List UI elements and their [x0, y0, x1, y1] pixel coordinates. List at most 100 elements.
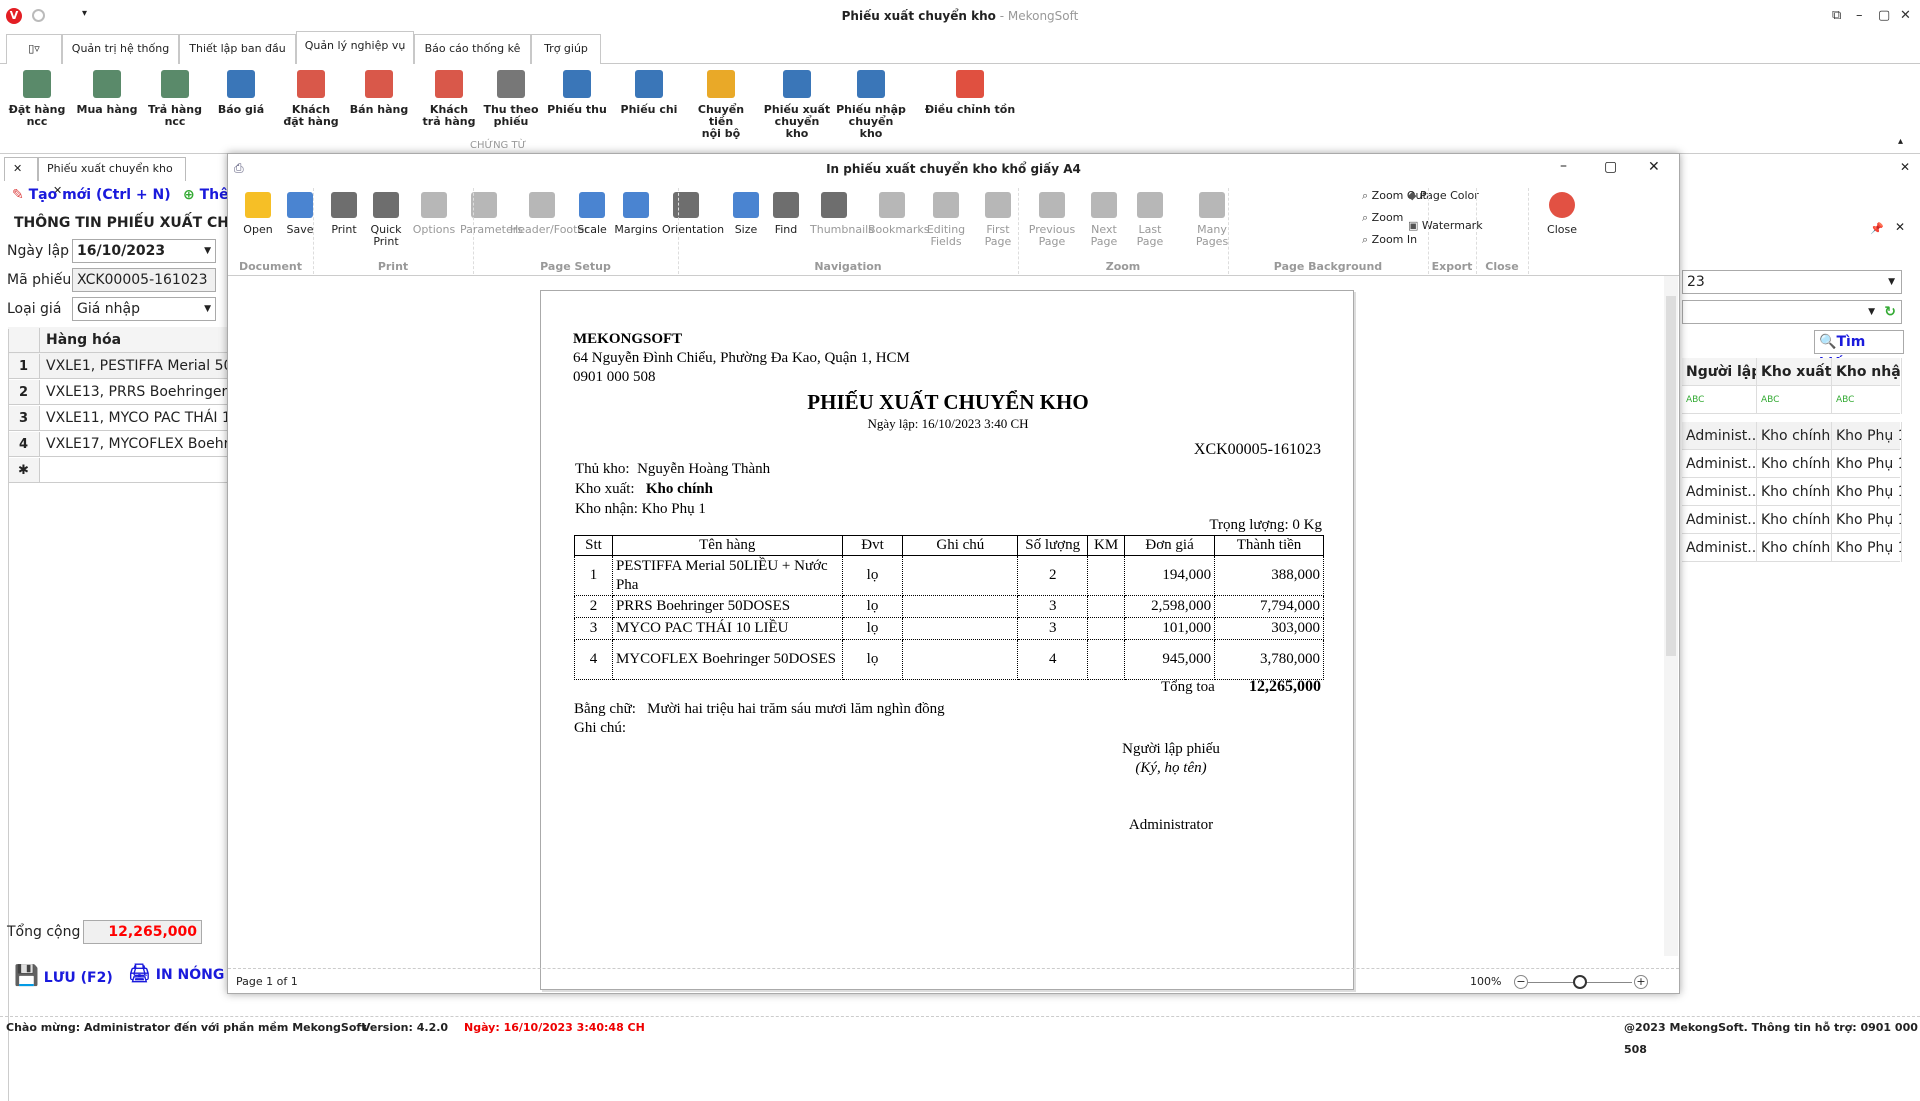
table-row[interactable]: Administ... Kho chính Kho Phụ 1: [1682, 534, 1902, 562]
column-header[interactable]: Kho xuất: [1757, 358, 1832, 386]
table-row[interactable]: 4 VXLE17, MYCOFLEX Boehringer 50DOSES: [8, 431, 230, 457]
toolbar-quick-print[interactable]: Quick Print: [362, 192, 410, 248]
ribbon-button-10[interactable]: Chuyển tiền nội bộ: [686, 70, 756, 140]
minimize-button[interactable]: –: [1856, 8, 1863, 23]
toolbar-open[interactable]: Open: [234, 192, 282, 236]
tab-thiet-lap[interactable]: Thiết lập ban đầu: [179, 34, 296, 64]
status-bar: Chào mừng: Administrator đến với phần mề…: [0, 1016, 1920, 1056]
toolbar-options[interactable]: Options: [410, 192, 458, 236]
filter-abc-icon[interactable]: ABC: [1682, 386, 1757, 414]
toolbar-parameters[interactable]: Parameters: [460, 192, 523, 236]
doc-tab-phieu-xuat[interactable]: Phiếu xuất chuyển kho ✕: [38, 157, 186, 197]
date-field[interactable]: 16/10/2023 ▼: [72, 239, 216, 263]
zoom-in-icon[interactable]: +: [1634, 975, 1648, 989]
chevron-down-icon[interactable]: ▼: [204, 240, 211, 262]
filter-field[interactable]: ▼ ↻: [1682, 300, 1902, 324]
filter-abc-icon[interactable]: ABC: [1832, 386, 1902, 414]
minimize-button[interactable]: –: [1560, 158, 1567, 174]
search-button[interactable]: 🔍Tìm kiếm: [1814, 330, 1904, 372]
save-button[interactable]: 💾 LƯU (F2): [14, 963, 113, 987]
toolbar-find[interactable]: Find: [762, 192, 810, 236]
close-panel-icon[interactable]: ✕: [1895, 220, 1905, 234]
table-row[interactable]: Administ... Kho chính Kho Phụ 1: [1682, 422, 1902, 450]
date-value: 16/10/2023: [77, 243, 166, 259]
toolbar-header-footer[interactable]: Header/Footer: [510, 192, 589, 236]
toolbar-icon: [821, 192, 847, 218]
toolbar-next-page[interactable]: Next Page: [1080, 192, 1128, 248]
ribbon-button-7[interactable]: Thu theo phiếu: [476, 70, 546, 128]
ribbon-menu-button[interactable]: ▯▿: [6, 34, 62, 64]
toolbar-last-page[interactable]: Last Page: [1126, 192, 1174, 248]
toolbar-zoom-in[interactable]: ⌕ Zoom In: [1362, 234, 1417, 246]
toolbar-scale[interactable]: Scale: [568, 192, 616, 236]
ribbon-button-8[interactable]: Phiếu thu: [542, 70, 612, 116]
date-to-field[interactable]: 23 ▼: [1682, 270, 1902, 294]
print-hot-button[interactable]: 🖨 IN NÓNG: [128, 963, 224, 984]
ribbon-button-1[interactable]: Mua hàng: [72, 70, 142, 116]
scroll-thumb[interactable]: [1666, 296, 1676, 656]
chevron-down-icon[interactable]: ▼: [1888, 271, 1895, 293]
new-row[interactable]: ✱: [8, 457, 230, 483]
add-button[interactable]: ⊕ Thê: [183, 187, 229, 203]
code-field[interactable]: XCK00005-161023: [72, 268, 216, 292]
toolbar-print[interactable]: Print: [320, 192, 368, 236]
zoom-out-icon[interactable]: −: [1514, 975, 1528, 989]
ribbon-button-12[interactable]: Phiếu nhập chuyển kho: [836, 70, 906, 140]
ribbon-icon: [707, 70, 735, 98]
toolbar-previous-page[interactable]: Previous Page: [1028, 192, 1076, 248]
new-button[interactable]: ✎ Tạo mới (Ctrl + N): [12, 187, 171, 203]
report-code: XCK00005-161023: [1193, 441, 1321, 458]
toolbar-first-page[interactable]: First Page: [974, 192, 1022, 248]
close-button[interactable]: ✕: [1900, 8, 1911, 23]
ribbon-button-11[interactable]: Phiếu xuất chuyển kho: [762, 70, 832, 140]
pin-icon[interactable]: 📌: [1870, 222, 1884, 235]
toolbar-bookmarks[interactable]: Bookmarks: [868, 192, 929, 236]
column-header[interactable]: Kho nhận: [1832, 358, 1902, 386]
ribbon-button-4[interactable]: Khách đặt hàng: [276, 70, 346, 128]
filter-abc-icon[interactable]: ABC: [1757, 386, 1832, 414]
vertical-scrollbar[interactable]: [1664, 276, 1678, 956]
table-row[interactable]: Administ... Kho chính Kho Phụ 1: [1682, 506, 1902, 534]
ribbon-button-5[interactable]: Bán hàng: [344, 70, 414, 116]
toolbar-page-color[interactable]: ◆ Page Color: [1408, 190, 1479, 202]
refresh-icon[interactable]: ↻: [1884, 301, 1896, 323]
close-panel-icon[interactable]: ✕: [1900, 160, 1910, 174]
ribbon-button-3[interactable]: Báo giá: [206, 70, 276, 116]
toolbar-label: Find: [774, 223, 798, 236]
toolbar-editing-fields[interactable]: Editing Fields: [922, 192, 970, 248]
ribbon-button-6[interactable]: Khách trả hàng: [414, 70, 484, 128]
table-row[interactable]: Administ... Kho chính Kho Phụ 1: [1682, 450, 1902, 478]
chevron-down-icon[interactable]: ▼: [1868, 301, 1875, 323]
toolbar-close[interactable]: Close: [1538, 192, 1586, 236]
close-all-tabs-icon[interactable]: ✕: [4, 157, 38, 181]
header-hang-hoa[interactable]: Hàng hóa: [40, 332, 121, 348]
maximize-button[interactable]: ▢: [1878, 8, 1890, 23]
ribbon-button-0[interactable]: Đặt hàng ncc: [2, 70, 72, 128]
collapse-ribbon-icon[interactable]: ▴: [1898, 136, 1903, 147]
toolbar-thumbnails[interactable]: Thumbnails: [810, 192, 874, 236]
tab-tro-giup[interactable]: Trợ giúp: [531, 34, 601, 64]
tab-quan-tri[interactable]: Quản trị hệ thống: [62, 34, 179, 64]
toolbar-watermark[interactable]: ▣ Watermark: [1408, 220, 1483, 232]
table-row[interactable]: 2 VXLE13, PRRS Boehringer 50DOSES: [8, 379, 230, 405]
table-row[interactable]: Administ... Kho chính Kho Phụ 1: [1682, 478, 1902, 506]
zoom-slider-thumb[interactable]: [1573, 975, 1587, 989]
toolbar-zoom[interactable]: ⌕ Zoom: [1362, 212, 1403, 224]
ribbon-button-13[interactable]: Điều chỉnh tồn: [920, 70, 1020, 116]
close-window-button[interactable]: ✕: [1648, 159, 1660, 175]
maximize-button[interactable]: ▢: [1604, 159, 1617, 175]
restore-icon[interactable]: ⧉: [1832, 8, 1841, 23]
ribbon-button-9[interactable]: Phiếu chi: [614, 70, 684, 116]
column-header[interactable]: Người lập: [1682, 358, 1757, 386]
tab-quan-ly-nghiep-vu[interactable]: Quản lý nghiệp vụ: [296, 31, 414, 65]
table-row[interactable]: 3 VXLE11, MYCO PAC THÁI 10 LIỀU: [8, 405, 230, 431]
toolbar-orientation[interactable]: Orientation: [662, 192, 724, 236]
table-row[interactable]: 1 VXLE1, PESTIFFA Merial 50LIỀU + Nước Ph…: [8, 353, 230, 379]
ribbon-button-2[interactable]: Trả hàng ncc: [140, 70, 210, 128]
tab-bao-cao[interactable]: Báo cáo thống kê: [414, 34, 531, 64]
table-cell: Administ...: [1682, 450, 1757, 478]
toolbar-margins[interactable]: Margins: [612, 192, 660, 236]
toolbar-save[interactable]: Save: [276, 192, 324, 236]
price-type-select[interactable]: Giá nhập ▼: [72, 297, 216, 321]
chevron-down-icon[interactable]: ▼: [204, 298, 211, 320]
